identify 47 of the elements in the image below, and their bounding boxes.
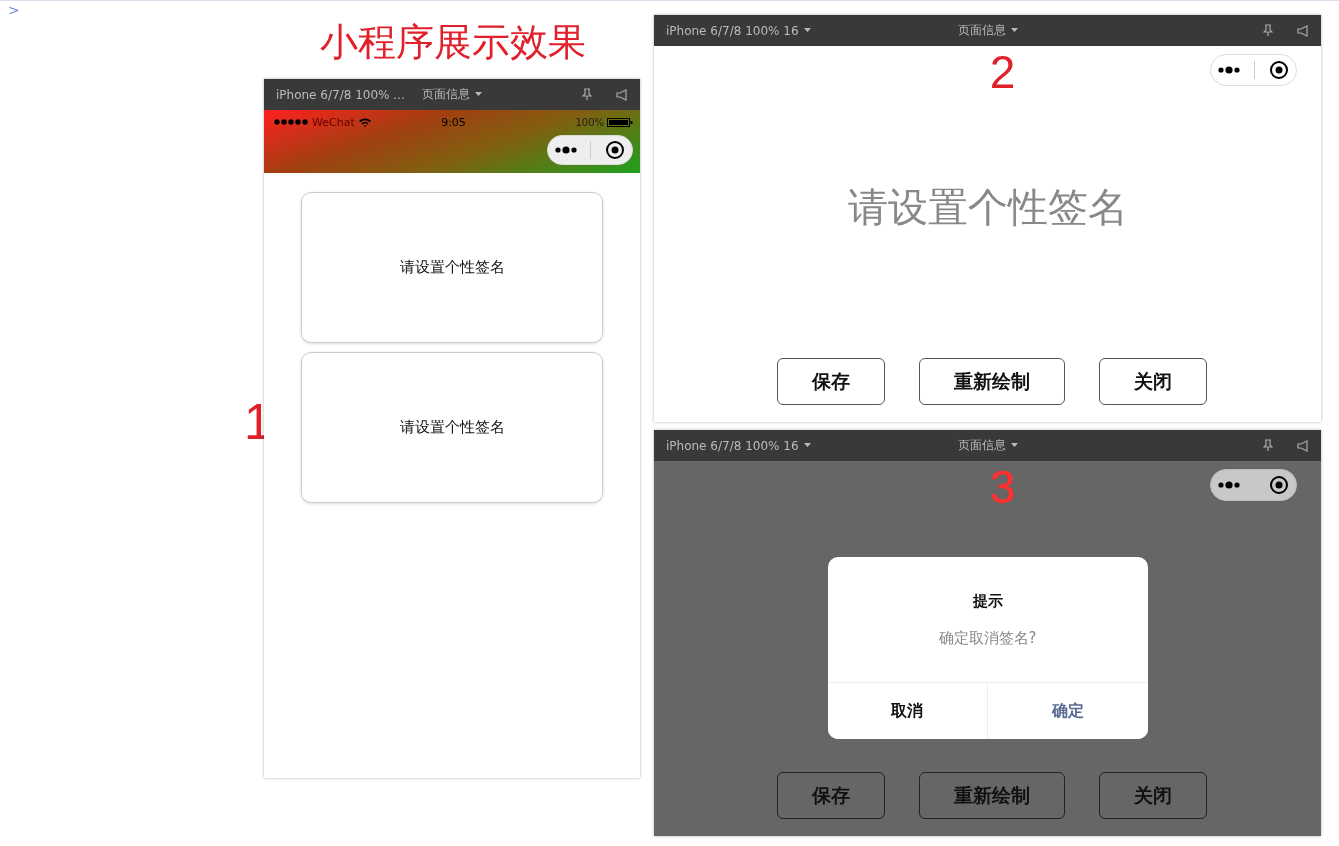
page-info-menu[interactable]: 页面信息 xyxy=(957,437,1018,454)
caret-icon xyxy=(803,28,811,33)
action-button[interactable]: 重新绘制 xyxy=(918,358,1065,405)
signature-hint: 请设置个性签名 xyxy=(847,182,1128,232)
action-button[interactable]: 关闭 xyxy=(1098,772,1207,819)
caret-icon xyxy=(475,92,482,97)
console-prompt[interactable]: > xyxy=(8,2,20,18)
wifi-icon xyxy=(358,117,371,127)
number-label: 3 xyxy=(989,463,1016,511)
page-info-menu[interactable]: 页面信息 xyxy=(422,86,482,103)
more-icon[interactable] xyxy=(554,146,577,154)
pin-icon[interactable] xyxy=(1263,24,1273,37)
dialog-button[interactable]: 确定 xyxy=(987,683,1148,739)
speaker-icon[interactable] xyxy=(616,88,628,101)
pin-icon[interactable] xyxy=(582,88,592,101)
close-icon[interactable] xyxy=(1269,60,1289,80)
speaker-icon[interactable] xyxy=(1297,439,1309,452)
dialog-title: 提示 xyxy=(972,592,1003,611)
status-time: 9:05 xyxy=(441,115,466,129)
more-icon[interactable] xyxy=(1218,481,1240,489)
action-button[interactable]: 重新绘制 xyxy=(918,772,1065,819)
signature-card[interactable]: 请设置个性签名 xyxy=(301,352,603,503)
action-button[interactable]: 关闭 xyxy=(1098,358,1207,405)
close-icon[interactable] xyxy=(605,140,626,160)
speaker-icon[interactable] xyxy=(1297,24,1309,37)
card-text: 请设置个性签名 xyxy=(399,258,505,277)
caret-icon xyxy=(1010,443,1018,448)
pin-icon[interactable] xyxy=(1263,439,1273,452)
page-info-menu[interactable]: 页面信息 xyxy=(957,22,1018,39)
number-label: 2 xyxy=(989,48,1016,96)
device-selector[interactable]: iPhone 6/7/8 100% 16 xyxy=(666,438,958,453)
dialog-message: 确定取消签名? xyxy=(938,629,1037,648)
action-button[interactable]: 保存 xyxy=(776,772,885,819)
caret-icon xyxy=(803,443,811,448)
page-heading: 小程序展示效果 xyxy=(320,19,586,66)
signal-icon xyxy=(274,119,308,125)
card-text: 请设置个性签名 xyxy=(399,418,505,437)
signature-card[interactable]: 请设置个性签名 xyxy=(301,192,603,343)
device-selector[interactable]: iPhone 6/7/8 100% 16 xyxy=(666,23,958,38)
action-button[interactable]: 保存 xyxy=(776,358,885,405)
more-icon[interactable] xyxy=(1218,66,1240,74)
battery-icon xyxy=(607,117,633,127)
carrier-text: WeChat xyxy=(312,115,355,129)
device-selector[interactable]: iPhone 6/7/8 100% ... xyxy=(276,87,422,102)
battery-text: 100% xyxy=(575,116,604,128)
caret-icon xyxy=(1010,28,1018,33)
close-icon[interactable] xyxy=(1269,475,1289,495)
